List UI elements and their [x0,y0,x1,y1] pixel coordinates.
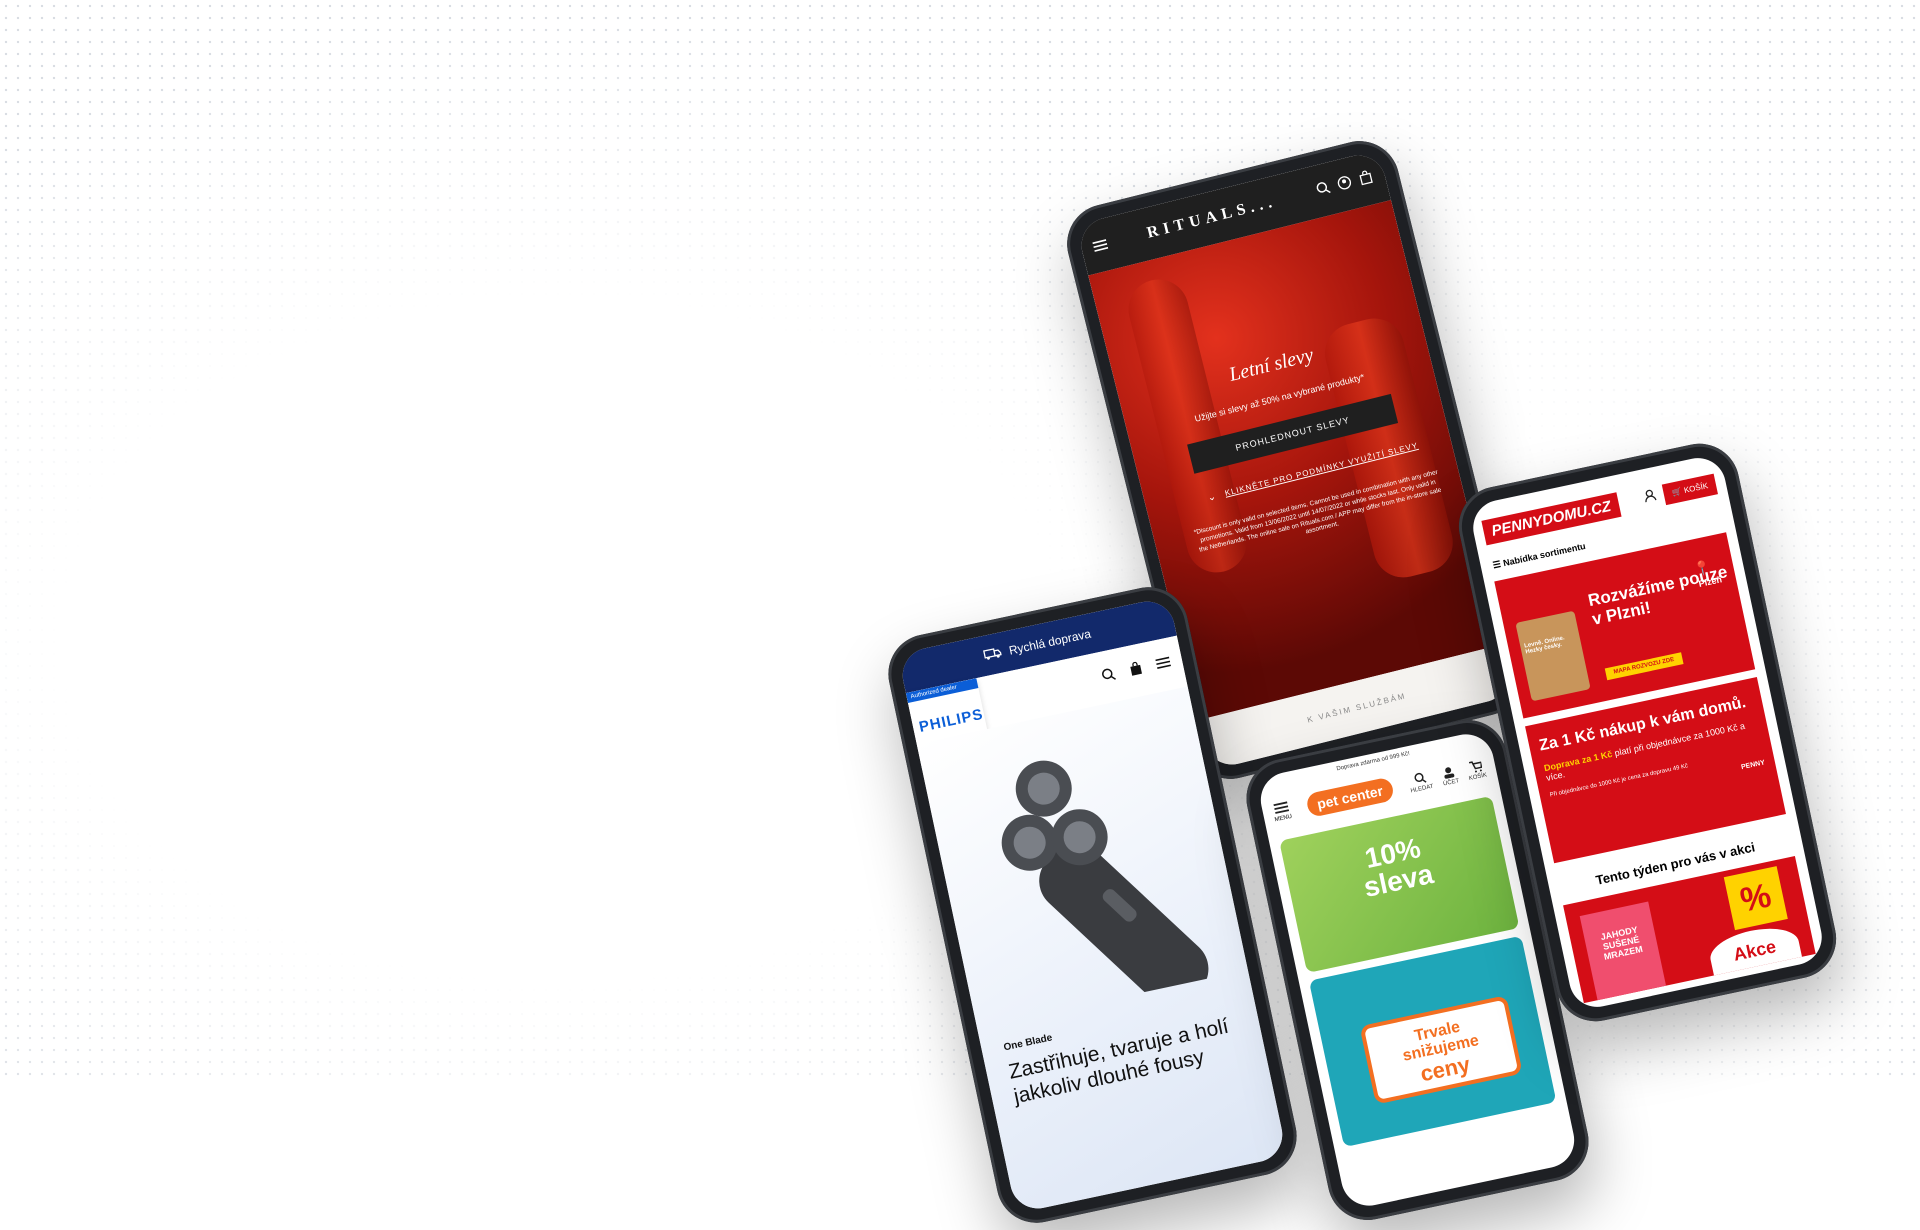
akce-label: Akce [1706,921,1803,980]
promo-text: Rychlá doprava [1007,626,1093,658]
account-icon[interactable] [1336,174,1354,196]
search-button[interactable]: HLEDAT [1407,770,1434,794]
price-cut-banner[interactable]: Trvale snižujeme ceny [1308,935,1557,1148]
search-icon[interactable] [1100,666,1118,687]
header-icons: HLEDAT ÚČET KOŠÍK [1407,759,1488,794]
cart-button[interactable]: 🛒 KOŠÍK [1662,473,1718,505]
cart-icon: 🛒 [1671,486,1683,498]
search-icon [1414,772,1427,783]
product-kicker: One Blade [1002,1032,1054,1054]
delivery-area-title: Rozvážíme pouze v Plzni! [1586,562,1729,629]
bag-icon[interactable] [1127,660,1145,681]
product-title: Zastřihuje, tvaruje a holí jakkoliv dlou… [1006,1014,1231,1109]
shaver-image [1001,760,1209,1007]
petcenter-logo[interactable]: pet center [1304,776,1395,819]
search-label: HLEDAT [1410,783,1435,795]
cart-icon [1468,761,1482,773]
user-icon [1444,767,1455,779]
truck-icon [982,645,1003,663]
location-pin-icon: 📍 [1692,558,1713,578]
search-icon[interactable] [1314,179,1332,201]
cart-button[interactable]: KOŠÍK [1466,759,1488,782]
user-icon[interactable] [1643,487,1658,507]
discount-text: 10% sleva [1284,817,1508,917]
product-pack: JAHODY SUŠENÉ MRAZEM [1579,901,1667,1004]
hamburger-icon [1273,801,1289,814]
shopping-bag-image: Levně. Online. Hezky česky. [1515,610,1591,702]
hamburger-icon[interactable] [1155,655,1172,676]
menu-button[interactable]: MENU [1271,800,1293,824]
delivery-map-button[interactable]: MAPA ROZVOZU ZDE [1604,652,1684,681]
account-label: ÚČET [1442,778,1460,788]
menu-label: MENU [1274,813,1293,824]
bag-slogan: Levně. Online. Hezky česky. [1523,635,1566,656]
bag-icon[interactable] [1357,169,1375,191]
hamburger-icon[interactable] [1091,235,1109,256]
percent-tag: % [1723,866,1788,931]
cart-label: KOŠÍK [1683,480,1709,495]
cart-label: KOŠÍK [1468,772,1488,783]
price-cut-sign: Trvale snižujeme ceny [1359,995,1523,1105]
account-button[interactable]: ÚČET [1440,765,1460,788]
